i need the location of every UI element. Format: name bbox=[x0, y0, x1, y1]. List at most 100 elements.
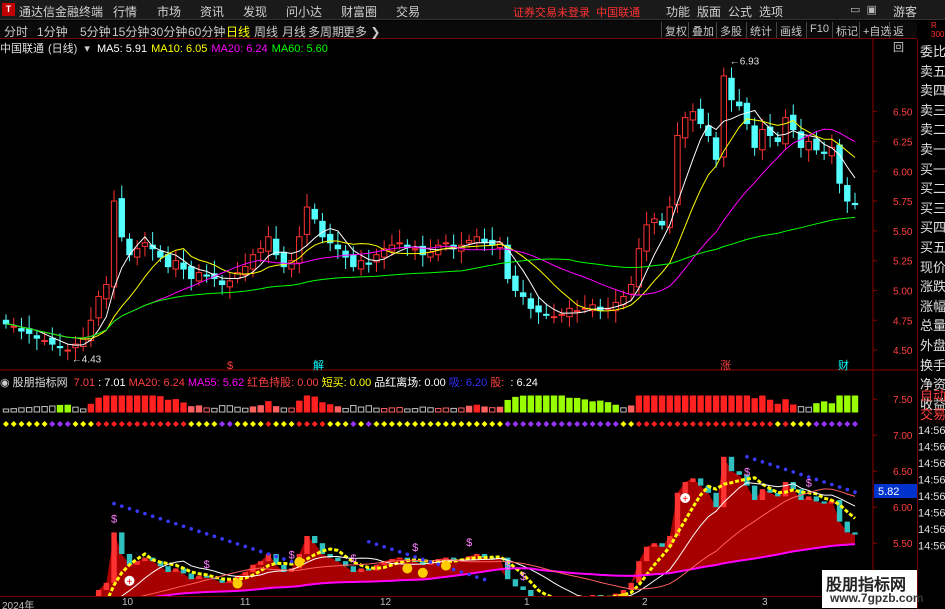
ind-candle bbox=[435, 559, 441, 564]
resistance-dot bbox=[444, 565, 448, 569]
menu-wenxiaoda[interactable]: 问小达 bbox=[286, 3, 322, 20]
hist-bar bbox=[419, 406, 426, 413]
menu-function[interactable]: 功能 bbox=[666, 3, 690, 20]
ind-candle bbox=[142, 557, 148, 562]
tool-multistock[interactable]: 多股 bbox=[716, 22, 745, 38]
ind-candle bbox=[667, 536, 673, 547]
tool-back[interactable]: 返回 bbox=[889, 22, 917, 54]
tool-f10[interactable]: F10 bbox=[806, 22, 832, 38]
side-item-15[interactable]: 外盘 bbox=[920, 337, 945, 354]
period-bar: 分时 1分钟 5分钟 15分钟 30分钟 60分钟 日线 周线 月线 多周期 更… bbox=[0, 21, 917, 54]
menu-trade[interactable]: 交易 bbox=[396, 3, 420, 20]
hist-bar bbox=[388, 407, 396, 413]
hist-bar bbox=[118, 395, 125, 413]
hist-bar bbox=[805, 406, 812, 413]
app-title: 通达信金融终端 bbox=[19, 5, 104, 19]
period-60min[interactable]: 60分钟 bbox=[188, 23, 225, 40]
side-item-20[interactable]: 交易 bbox=[920, 406, 945, 423]
period-multi[interactable]: 多周期 bbox=[308, 23, 344, 40]
signal-dot bbox=[558, 421, 565, 427]
ind-candle bbox=[265, 554, 272, 562]
window-controls[interactable]: ▭ ▣ bbox=[850, 3, 877, 16]
resistance-dot bbox=[197, 529, 201, 534]
menu-formula[interactable]: 公式 bbox=[728, 3, 752, 20]
maximize-icon[interactable]: ▣ bbox=[867, 4, 877, 16]
indicator-item: : 7.01 bbox=[98, 377, 126, 389]
hist-bar bbox=[581, 399, 589, 413]
side-item-2[interactable]: 卖四 bbox=[920, 82, 945, 99]
side-item-10[interactable]: 买五 bbox=[920, 239, 945, 256]
hist-bar bbox=[689, 395, 697, 413]
ind-candle bbox=[759, 489, 766, 500]
ind-candle bbox=[350, 566, 357, 572]
period-5min[interactable]: 5分钟 bbox=[80, 23, 111, 40]
hist-bar bbox=[435, 407, 442, 413]
guest-label[interactable]: 游客 bbox=[893, 3, 917, 20]
signal-dot bbox=[342, 421, 349, 427]
resistance-dot bbox=[174, 521, 178, 526]
side-item-6[interactable]: 买一 bbox=[920, 161, 945, 178]
menu-market[interactable]: 行情 bbox=[113, 3, 137, 20]
side-item-13[interactable]: 涨幅 bbox=[920, 298, 945, 315]
menu-markets[interactable]: 市场 bbox=[157, 3, 181, 20]
menu-options[interactable]: 选项 bbox=[759, 3, 783, 20]
tool-mark[interactable]: 标记 bbox=[832, 22, 861, 38]
kline-chart[interactable]: 6.50 6.25 6.00 5.75 5.50 5.25 5.00 4.75 4.50 ←6.9… bbox=[0, 0, 945, 609]
candle-body bbox=[566, 307, 573, 318]
menu-fortune[interactable]: 财富圈 bbox=[341, 3, 377, 20]
ind-candle bbox=[497, 557, 503, 560]
menu-layout[interactable]: 版面 bbox=[697, 3, 721, 20]
menu-news[interactable]: 资讯 bbox=[200, 3, 224, 20]
period-daily[interactable]: 日线 bbox=[226, 23, 250, 40]
hist-bar bbox=[33, 406, 41, 413]
side-item-5[interactable]: 卖一 bbox=[920, 141, 945, 158]
signal-dot bbox=[682, 421, 689, 427]
menu-discover[interactable]: 发现 bbox=[243, 3, 267, 20]
side-item-4[interactable]: 卖二 bbox=[920, 121, 945, 138]
signal-dot bbox=[358, 421, 365, 427]
side-item-0[interactable]: 委比 bbox=[920, 43, 945, 60]
hist-bar bbox=[597, 400, 604, 413]
period-monthly[interactable]: 月线 bbox=[282, 23, 306, 40]
signal-dot bbox=[126, 421, 133, 427]
period-weekly[interactable]: 周线 bbox=[254, 23, 278, 40]
candle-body bbox=[759, 129, 766, 151]
hist-bar bbox=[234, 406, 241, 413]
tool-overlay[interactable]: 叠加 bbox=[688, 22, 717, 38]
minimize-icon[interactable]: ▭ bbox=[850, 4, 860, 16]
dropdown-icon[interactable]: ▾ bbox=[84, 43, 90, 55]
side-item-1[interactable]: 卖五 bbox=[920, 63, 945, 80]
period-timeshare[interactable]: 分时 bbox=[4, 23, 28, 40]
candle-body bbox=[720, 75, 727, 158]
side-item-16[interactable]: 换手 bbox=[920, 357, 945, 374]
dropdown-icon[interactable]: ◉ bbox=[0, 377, 10, 389]
ind-candle bbox=[813, 496, 820, 502]
ma20-line bbox=[5, 128, 856, 339]
side-item-11[interactable]: 现价 bbox=[920, 259, 945, 276]
period-1min[interactable]: 1分钟 bbox=[37, 23, 68, 40]
side-item-19[interactable]: 自动 bbox=[920, 387, 945, 404]
period-30min[interactable]: 30分钟 bbox=[150, 23, 187, 40]
side-item-7[interactable]: 买二 bbox=[920, 180, 945, 197]
side-item-14[interactable]: 总量 bbox=[920, 317, 945, 334]
resistance-dot bbox=[436, 562, 441, 567]
tool-draw[interactable]: 画线 bbox=[776, 22, 805, 38]
candle-body bbox=[149, 244, 156, 250]
tool-stats[interactable]: 统计 bbox=[746, 22, 775, 38]
quote-side-panel: 委比 卖五 卖四 卖三 卖二 卖一 买一 买二 买三 买四 买五 现价 涨跌 涨幅 总量 外盘 换手 净资 收益 自动… bbox=[917, 39, 945, 609]
side-item-9[interactable]: 买四 bbox=[920, 219, 945, 236]
side-item-8[interactable]: 买三 bbox=[920, 200, 945, 217]
signal-dot bbox=[597, 421, 604, 427]
period-15min[interactable]: 15分钟 bbox=[112, 23, 149, 40]
side-item-3[interactable]: 卖三 bbox=[920, 102, 945, 119]
indicator-legend: 7.01: 7.01 MA20: 6.24 MA55: 5.62 红色持股: 0.00… bbox=[74, 377, 541, 389]
signal-dot bbox=[659, 421, 666, 427]
signal-dot bbox=[697, 421, 704, 427]
tool-adjust[interactable]: 复权 bbox=[661, 22, 690, 38]
period-more[interactable]: 更多 ❯ bbox=[343, 23, 380, 40]
signal-dot bbox=[95, 421, 102, 427]
signal-dot bbox=[134, 421, 141, 427]
candle-body bbox=[543, 313, 550, 316]
side-item-12[interactable]: 涨跌 bbox=[920, 278, 945, 295]
login-notice[interactable]: 证券交易未登录 中国联通 bbox=[513, 4, 640, 20]
